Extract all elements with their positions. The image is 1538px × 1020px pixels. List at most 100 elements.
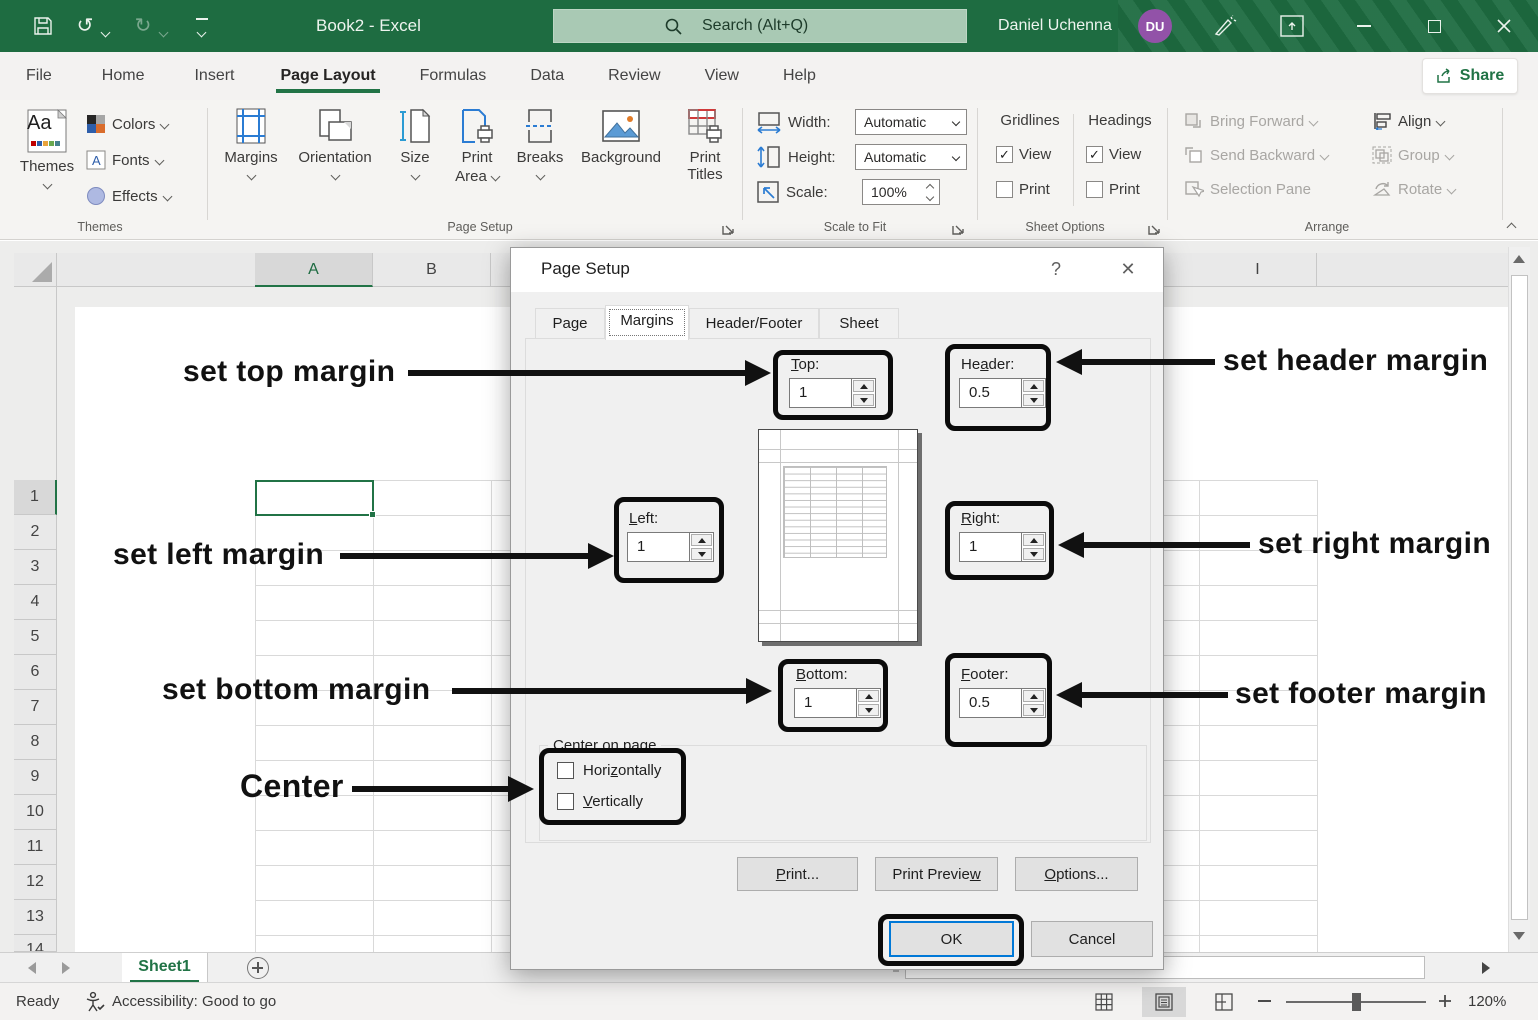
tab-formulas[interactable]: Formulas [404, 57, 503, 95]
right-margin-stepper[interactable]: 1 [959, 532, 1046, 562]
vertical-scrollbar[interactable] [1508, 247, 1530, 952]
row-header-7[interactable]: 7 [14, 690, 57, 725]
row-header-5[interactable]: 5 [14, 620, 57, 655]
page-setup-dialog-launcher[interactable] [722, 222, 736, 236]
top-margin-value[interactable]: 1 [790, 379, 851, 407]
headings-print-checkbox[interactable]: Print [1086, 181, 1140, 198]
top-increment-button[interactable] [853, 380, 874, 392]
row-header-13[interactable]: 13 [14, 900, 57, 935]
bottom-margin-stepper[interactable]: 1 [794, 688, 881, 718]
tab-insert[interactable]: Insert [178, 57, 250, 95]
align-button[interactable]: Align [1372, 112, 1444, 130]
user-name[interactable]: Daniel Uchenna [998, 0, 1112, 52]
tab-help[interactable]: Help [767, 57, 832, 95]
ribbon-display-options-icon[interactable] [1280, 15, 1304, 37]
avatar[interactable]: DU [1138, 9, 1172, 43]
breaks-button[interactable]: Breaks [512, 108, 568, 179]
orientation-button[interactable]: Orientation [290, 108, 380, 179]
fill-handle[interactable] [369, 511, 376, 518]
sheet-nav-right-icon[interactable] [62, 962, 70, 974]
cancel-button[interactable]: Cancel [1031, 921, 1153, 957]
right-margin-value[interactable]: 1 [960, 533, 1021, 561]
row-header-2[interactable]: 2 [14, 515, 57, 550]
dialog-tab-margins[interactable]: Margins [605, 305, 689, 340]
column-header-b[interactable]: B [373, 253, 491, 287]
column-header-i[interactable]: I [1199, 253, 1317, 287]
normal-view-button[interactable] [1082, 987, 1126, 1017]
select-all-button[interactable] [14, 253, 57, 287]
ok-button[interactable]: OK [889, 921, 1014, 957]
hscroll-right-icon[interactable] [1482, 962, 1490, 974]
header-decrement-button[interactable] [1023, 394, 1044, 406]
row-header-4[interactable]: 4 [14, 585, 57, 620]
right-increment-button[interactable] [1023, 534, 1044, 546]
height-select[interactable]: Automatic [855, 144, 967, 170]
dialog-help-icon[interactable]: ? [1041, 259, 1071, 280]
sheet-options-dialog-launcher[interactable] [1148, 222, 1162, 236]
margins-button[interactable]: Margins [220, 108, 282, 179]
options-button[interactable]: Options... [1015, 857, 1138, 891]
maximize-button[interactable] [1403, 0, 1465, 52]
row-header-8[interactable]: 8 [14, 725, 57, 760]
print-button[interactable]: Print... [737, 857, 858, 891]
status-accessibility[interactable]: Accessibility: Good to go [112, 993, 276, 1010]
scroll-up-icon[interactable] [1513, 255, 1525, 263]
row-header-1[interactable]: 1 [14, 480, 57, 515]
header-margin-stepper[interactable]: 0.5 [959, 378, 1046, 408]
whats-new-icon[interactable] [1212, 14, 1238, 38]
headings-view-checkbox[interactable]: ✓View [1086, 146, 1141, 163]
page-break-preview-button[interactable] [1202, 987, 1246, 1017]
header-margin-value[interactable]: 0.5 [960, 379, 1021, 407]
dialog-tab-header-footer[interactable]: Header/Footer [689, 308, 819, 339]
share-button[interactable]: Share [1422, 58, 1518, 94]
sheet-tab-sheet1[interactable]: Sheet1 [122, 953, 208, 983]
column-header-a[interactable]: A [255, 253, 373, 287]
effects-button[interactable]: Effects [86, 186, 171, 206]
tab-file[interactable]: File [10, 57, 68, 95]
gridlines-print-checkbox[interactable]: Print [996, 181, 1050, 198]
vertically-checkbox[interactable]: Vertically [557, 793, 643, 810]
scale-to-fit-dialog-launcher[interactable] [952, 222, 966, 236]
bottom-margin-value[interactable]: 1 [795, 689, 856, 717]
top-margin-stepper[interactable]: 1 [789, 378, 876, 408]
zoom-slider-thumb[interactable] [1352, 993, 1361, 1011]
close-button[interactable] [1473, 0, 1535, 52]
scale-stepper[interactable]: 100% [862, 179, 940, 205]
tab-home[interactable]: Home [86, 57, 161, 95]
width-select[interactable]: Automatic [855, 109, 967, 135]
footer-margin-stepper[interactable]: 0.5 [959, 688, 1046, 718]
selected-cell-a1[interactable] [255, 480, 374, 516]
left-margin-stepper[interactable]: 1 [627, 532, 714, 562]
footer-margin-value[interactable]: 0.5 [960, 689, 1021, 717]
quick-access-customize-icon[interactable] [196, 18, 208, 41]
search-input[interactable]: Search (Alt+Q) [553, 9, 967, 43]
undo-dropdown-icon[interactable] [102, 23, 109, 41]
row-header-11[interactable]: 11 [14, 830, 57, 865]
top-decrement-button[interactable] [853, 394, 874, 406]
row-header-3[interactable]: 3 [14, 550, 57, 585]
dialog-close-icon[interactable]: ✕ [1113, 259, 1143, 280]
bottom-increment-button[interactable] [858, 690, 879, 702]
print-area-button[interactable]: Print Area [448, 108, 506, 185]
sheet-nav-left-icon[interactable] [28, 962, 36, 974]
right-decrement-button[interactable] [1023, 548, 1044, 560]
save-icon[interactable] [28, 0, 58, 36]
horizontally-checkbox[interactable]: Horizontally [557, 762, 661, 779]
zoom-out-button[interactable] [1258, 1000, 1271, 1002]
new-sheet-button[interactable] [247, 957, 269, 979]
print-preview-button[interactable]: Print Preview [875, 857, 998, 891]
background-button[interactable]: Background [574, 108, 668, 166]
gridlines-view-checkbox[interactable]: ✓View [996, 146, 1051, 163]
tab-view[interactable]: View [689, 57, 755, 95]
footer-decrement-button[interactable] [1023, 704, 1044, 716]
dialog-tab-page[interactable]: Page [535, 308, 605, 339]
vertical-scroll-thumb[interactable] [1511, 275, 1528, 920]
fonts-button[interactable]: A Fonts [86, 150, 163, 170]
colors-button[interactable]: Colors [86, 114, 168, 134]
undo-icon[interactable]: ↺ [72, 0, 98, 52]
header-increment-button[interactable] [1023, 380, 1044, 392]
left-increment-button[interactable] [691, 534, 712, 546]
row-header-6[interactable]: 6 [14, 655, 57, 690]
footer-increment-button[interactable] [1023, 690, 1044, 702]
collapse-ribbon-icon[interactable] [1508, 218, 1515, 235]
